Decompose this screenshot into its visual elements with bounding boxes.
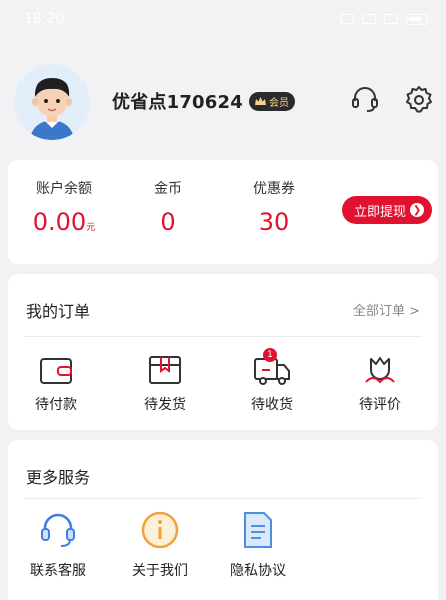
flower-icon — [365, 357, 395, 384]
orders-title: 我的订单 — [26, 302, 91, 321]
battery-icon — [406, 13, 428, 25]
order-pending-payment[interactable]: 待付款 — [16, 352, 96, 414]
profile-header: 优省点170624 会员 — [0, 58, 446, 156]
balance-label: 账户余额 — [36, 181, 92, 197]
wallet-icon — [40, 358, 72, 384]
balance-value: 0.00 — [32, 208, 87, 236]
headset-icon[interactable] — [350, 84, 380, 114]
signal-icon — [384, 14, 398, 24]
service-label: 联系客服 — [30, 563, 86, 579]
status-icons — [340, 13, 428, 25]
coupons[interactable]: 优惠券 30 — [226, 178, 322, 236]
order-pending-review[interactable]: 待评价 — [340, 352, 420, 414]
balance-unit: 元 — [86, 223, 96, 233]
balance-value-row: 0.00元 — [16, 208, 112, 236]
alarm-icon — [340, 14, 354, 24]
service-label: 隐私协议 — [230, 563, 286, 579]
status-bar: 18:20 — [0, 0, 446, 38]
chevron-right-icon: ❯ — [410, 203, 425, 217]
services-title: 更多服务 — [26, 468, 91, 487]
coins-label: 金币 — [154, 181, 182, 197]
withdraw-button[interactable]: 立即提现 ❯ — [342, 196, 433, 224]
orders-card: 我的订单 全部订单 > 待付款 待发货 1 待收货 待评价 — [8, 274, 438, 430]
order-item-label: 待评价 — [359, 397, 401, 413]
service-about[interactable]: 关于我们 — [120, 510, 200, 580]
avatar[interactable] — [14, 64, 90, 140]
order-pending-receipt[interactable]: 1 待收货 — [232, 348, 312, 414]
coins[interactable]: 金币 0 — [120, 178, 216, 236]
document-icon — [244, 512, 272, 548]
username: 优省点170624 — [112, 92, 243, 113]
coins-value: 0 — [160, 208, 176, 236]
account-balance[interactable]: 账户余额 0.00元 — [16, 178, 112, 236]
order-item-label: 待收货 — [251, 397, 293, 413]
all-orders-link[interactable]: 全部订单 > — [353, 300, 420, 319]
divider — [24, 336, 422, 337]
order-count-badge: 1 — [263, 348, 277, 362]
headset-icon — [41, 513, 75, 547]
package-icon — [149, 356, 181, 384]
username-row: 优省点170624 会员 — [112, 88, 295, 114]
coupons-label: 优惠券 — [253, 181, 295, 197]
order-pending-shipment[interactable]: 待发货 — [125, 352, 205, 414]
divider — [24, 498, 422, 499]
member-badge: 会员 — [248, 91, 295, 111]
wifi-icon — [362, 14, 376, 24]
status-time: 18:20 — [24, 11, 65, 27]
services-card: 更多服务 联系客服 关于我们 隐私协议 — [8, 440, 438, 600]
coupons-value: 30 — [258, 208, 290, 236]
withdraw-label: 立即提现 — [354, 203, 407, 219]
service-privacy[interactable]: 隐私协议 — [218, 510, 298, 580]
service-label: 关于我们 — [132, 563, 188, 579]
order-item-label: 待发货 — [144, 397, 186, 413]
wallet-card: 账户余额 0.00元 金币 0 优惠券 30 立即提现 ❯ — [8, 160, 438, 264]
info-icon — [141, 511, 179, 549]
gear-icon[interactable] — [404, 84, 434, 114]
order-item-label: 待付款 — [35, 397, 77, 413]
crown-icon — [254, 96, 266, 105]
member-badge-label: 会员 — [268, 97, 289, 109]
service-contact[interactable]: 联系客服 — [18, 510, 98, 580]
